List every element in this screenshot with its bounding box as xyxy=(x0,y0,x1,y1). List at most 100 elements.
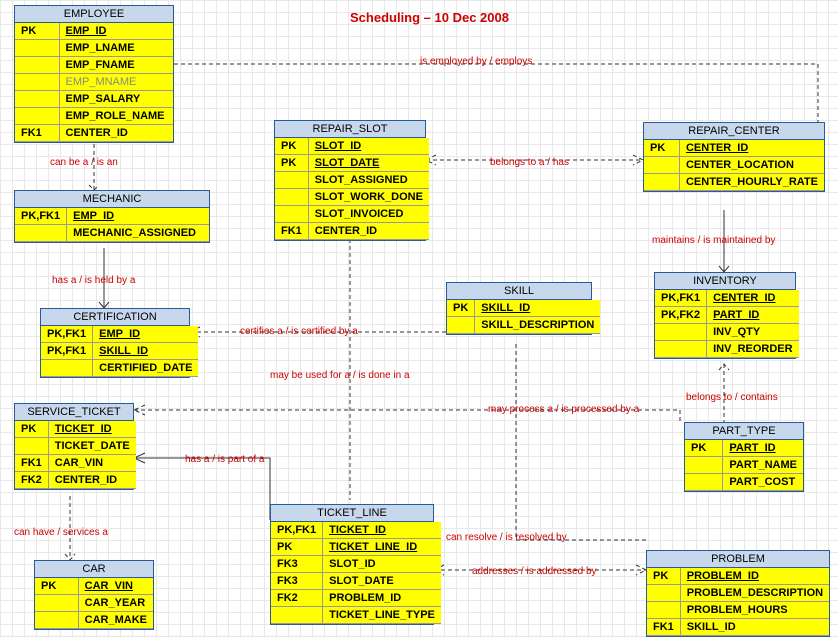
entity-inventory[interactable]: INVENTORYPK,FK1CENTER_IDPK,FK2PART_ID IN… xyxy=(654,272,796,359)
attr-cell: MECHANIC_ASSIGNED xyxy=(67,225,209,242)
key-cell: PK xyxy=(15,23,59,40)
key-cell: FK2 xyxy=(15,472,48,489)
entity-header: EMPLOYEE xyxy=(15,6,173,23)
key-cell xyxy=(15,108,59,125)
key-cell xyxy=(447,317,475,334)
attr-cell: CENTER_ID xyxy=(48,472,135,489)
entity-employee[interactable]: EMPLOYEEPKEMP_ID EMP_LNAME EMP_FNAME EMP… xyxy=(14,5,174,143)
entity-car[interactable]: CARPKCAR_VIN CAR_YEAR CAR_MAKE xyxy=(34,560,154,630)
attr-cell: CENTER_ID xyxy=(707,290,799,307)
entity-header: TICKET_LINE xyxy=(271,505,433,522)
relationship-label: can be a / is an xyxy=(50,157,118,168)
key-cell: PK xyxy=(35,578,78,595)
attr-cell: INV_REORDER xyxy=(707,341,799,358)
key-cell: PK xyxy=(647,568,680,585)
entity-certification[interactable]: CERTIFICATIONPK,FK1EMP_IDPK,FK1SKILL_ID … xyxy=(40,308,190,378)
attr-cell: CENTER_HOURLY_RATE xyxy=(679,174,824,191)
attr-cell: PART_NAME xyxy=(723,457,803,474)
attr-cell: PROBLEM_DESCRIPTION xyxy=(680,585,829,602)
entity-service-ticket[interactable]: SERVICE_TICKETPKTICKET_ID TICKET_DATEFK1… xyxy=(14,403,134,490)
entity-header: REPAIR_CENTER xyxy=(644,123,824,140)
relationship-label: belongs to a / has xyxy=(490,157,569,168)
attr-cell: EMP_ID xyxy=(67,208,209,225)
entity-header: CERTIFICATION xyxy=(41,309,189,326)
relationship-label: maintains / is maintained by xyxy=(652,235,775,246)
attr-cell: TICKET_LINE_ID xyxy=(323,539,441,556)
entity-skill[interactable]: SKILLPKSKILL_ID SKILL_DESCRIPTION xyxy=(446,282,592,335)
attr-cell: EMP_LNAME xyxy=(59,40,173,57)
attr-cell: SLOT_INVOICED xyxy=(308,206,429,223)
key-cell: FK3 xyxy=(271,573,323,590)
attr-cell: SLOT_ID xyxy=(308,138,429,155)
attr-cell: TICKET_ID xyxy=(48,421,135,438)
relationship-label: certifies a / is certified by a xyxy=(240,326,358,337)
key-cell: PK,FK1 xyxy=(41,343,93,360)
relationship-label: belongs to / contains xyxy=(686,392,778,403)
key-cell: PK,FK1 xyxy=(15,208,67,225)
key-cell xyxy=(15,57,59,74)
entity-mechanic[interactable]: MECHANICPK,FK1EMP_ID MECHANIC_ASSIGNED xyxy=(14,190,210,243)
key-cell: FK1 xyxy=(647,619,680,636)
attr-cell: SLOT_ID xyxy=(323,556,441,573)
key-cell xyxy=(15,40,59,57)
key-cell xyxy=(275,189,308,206)
key-cell xyxy=(655,341,707,358)
key-cell: PK xyxy=(275,155,308,172)
key-cell xyxy=(685,457,723,474)
attr-cell: SKILL_ID xyxy=(680,619,829,636)
relationship-label: may process a / is processed by a xyxy=(488,404,639,415)
key-cell: PK,FK1 xyxy=(41,326,93,343)
attr-cell: CAR_VIN xyxy=(78,578,153,595)
entity-repair-center[interactable]: REPAIR_CENTERPKCENTER_ID CENTER_LOCATION… xyxy=(643,122,825,192)
entity-header: MECHANIC xyxy=(15,191,209,208)
attr-cell: EMP_ROLE_NAME xyxy=(59,108,173,125)
entity-header: CAR xyxy=(35,561,153,578)
key-cell xyxy=(644,174,679,191)
attr-cell: SLOT_WORK_DONE xyxy=(308,189,429,206)
key-cell xyxy=(15,74,59,91)
attr-cell: TICKET_DATE xyxy=(48,438,135,455)
entity-header: REPAIR_SLOT xyxy=(275,121,425,138)
key-cell xyxy=(655,324,707,341)
key-cell xyxy=(15,91,59,108)
key-cell xyxy=(35,612,78,629)
key-cell xyxy=(41,360,93,377)
attr-cell: SLOT_DATE xyxy=(323,573,441,590)
key-cell xyxy=(685,474,723,491)
relationship-label: can have / services a xyxy=(14,527,108,538)
attr-cell: INV_QTY xyxy=(707,324,799,341)
key-cell: PK xyxy=(447,300,475,317)
attr-cell: EMP_SALARY xyxy=(59,91,173,108)
attr-cell: CENTER_ID xyxy=(679,140,824,157)
attr-cell: EMP_MNAME xyxy=(59,74,173,91)
key-cell: PK xyxy=(15,421,48,438)
key-cell: PK,FK1 xyxy=(271,522,323,539)
key-cell xyxy=(644,157,679,174)
entity-problem[interactable]: PROBLEMPKPROBLEM_ID PROBLEM_DESCRIPTION … xyxy=(646,550,830,637)
attr-cell: EMP_ID xyxy=(93,326,199,343)
attr-cell: SLOT_ASSIGNED xyxy=(308,172,429,189)
relationship-label: may be used for a / is done in a xyxy=(270,370,410,381)
key-cell: FK3 xyxy=(271,556,323,573)
attr-cell: PROBLEM_ID xyxy=(680,568,829,585)
entity-header: PART_TYPE xyxy=(685,423,803,440)
attr-cell: CAR_YEAR xyxy=(78,595,153,612)
key-cell xyxy=(271,607,323,624)
attr-cell: PART_ID xyxy=(723,440,803,457)
entity-repair-slot[interactable]: REPAIR_SLOTPKSLOT_IDPKSLOT_DATE SLOT_ASS… xyxy=(274,120,426,241)
entity-ticket-line[interactable]: TICKET_LINEPK,FK1TICKET_IDPKTICKET_LINE_… xyxy=(270,504,434,625)
attr-cell: CERTIFIED_DATE xyxy=(93,360,199,377)
key-cell: FK2 xyxy=(271,590,323,607)
relationship-label: has a / is part of a xyxy=(185,454,265,465)
relationship-label: has a / is held by a xyxy=(52,275,135,286)
attr-cell: SKILL_ID xyxy=(93,343,199,360)
attr-cell: CENTER_ID xyxy=(59,125,173,142)
attr-cell: EMP_FNAME xyxy=(59,57,173,74)
attr-cell: EMP_ID xyxy=(59,23,173,40)
relationship-label: can resolve / is resolved by xyxy=(446,532,567,543)
key-cell: PK,FK2 xyxy=(655,307,707,324)
attr-cell: CENTER_LOCATION xyxy=(679,157,824,174)
key-cell xyxy=(275,206,308,223)
key-cell: FK1 xyxy=(15,455,48,472)
entity-part-type[interactable]: PART_TYPEPKPART_ID PART_NAME PART_COST xyxy=(684,422,804,492)
